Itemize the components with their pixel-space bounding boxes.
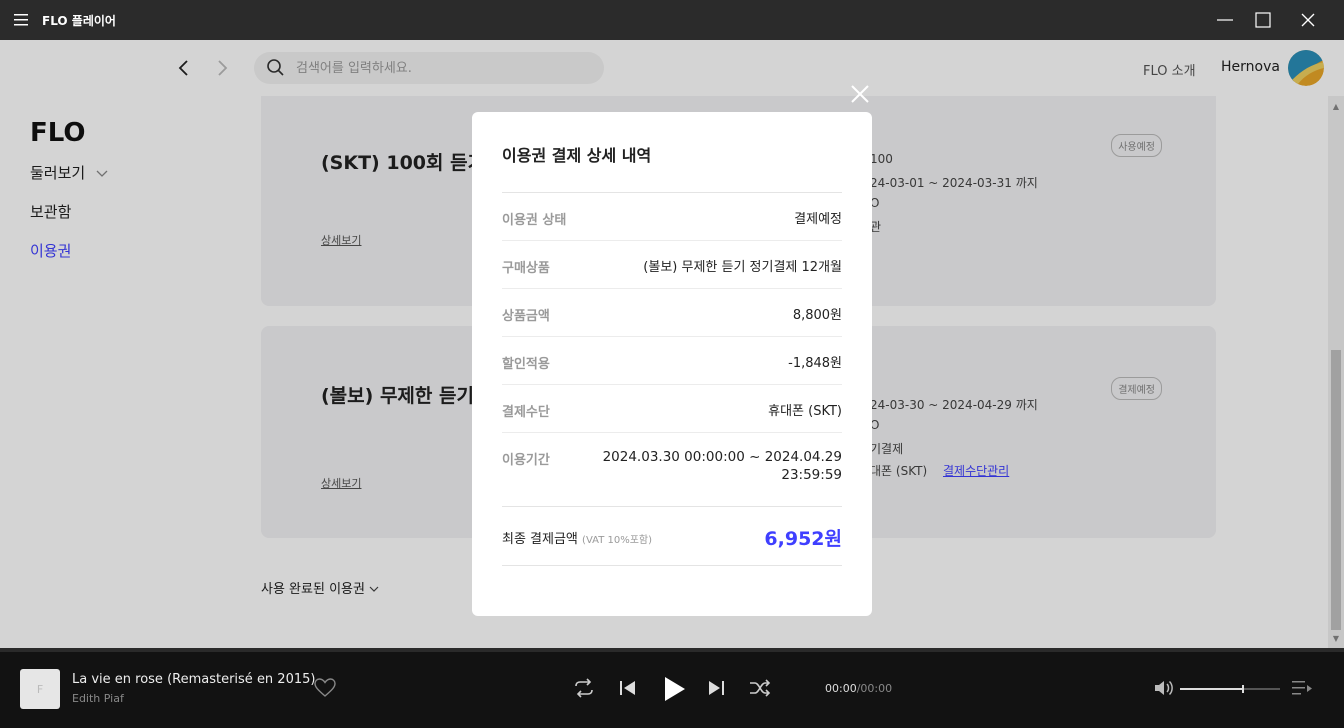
modal-close-icon[interactable] xyxy=(848,82,872,106)
detail-value: 2024.03.30 00:00:00 ~ 2024.04.29 23:59:5… xyxy=(602,449,842,483)
payment-detail-list: 이용권 상태 결제예정 구매상품 (볼보) 무제한 듣기 정기결제 12개월 상… xyxy=(502,192,842,523)
detail-label: 할인적용 xyxy=(502,357,550,372)
detail-label: 구매상품 xyxy=(502,261,550,276)
app-title: FLO 플레이어 xyxy=(42,13,116,28)
song-title[interactable]: La vie en rose (Remasterisé en 2015) xyxy=(72,672,315,687)
modal-title: 이용권 결제 상세 내역 xyxy=(502,146,652,165)
detail-value: 결제예정 xyxy=(794,212,842,227)
detail-label: 상품금액 xyxy=(502,309,550,324)
playlist-icon[interactable] xyxy=(1291,679,1313,697)
detail-label: 이용권 상태 xyxy=(502,213,567,228)
detail-row-status: 이용권 상태 결제예정 xyxy=(502,193,842,241)
minimize-icon[interactable] xyxy=(1202,0,1247,40)
payment-detail-modal: 이용권 결제 상세 내역 이용권 상태 결제예정 구매상품 (볼보) 무제한 듣… xyxy=(472,112,872,616)
next-track-icon[interactable] xyxy=(707,678,725,698)
volume-icon[interactable] xyxy=(1153,678,1175,698)
play-icon[interactable] xyxy=(661,675,687,703)
detail-value: (볼보) 무제한 듣기 정기결제 12개월 xyxy=(643,260,842,275)
hamburger-menu-icon[interactable] xyxy=(0,0,42,40)
volume-slider[interactable] xyxy=(1180,685,1280,693)
playback-progress[interactable] xyxy=(0,648,1344,652)
previous-track-icon[interactable] xyxy=(619,678,637,698)
album-cover[interactable]: F xyxy=(20,669,60,709)
detail-label: 이용기간 xyxy=(502,453,550,468)
detail-label: 결제수단 xyxy=(502,405,550,420)
repeat-icon[interactable] xyxy=(572,678,596,698)
final-payment-label-text: 최종 결제금액 xyxy=(502,532,578,547)
maximize-icon[interactable] xyxy=(1247,0,1278,40)
detail-value: 8,800원 xyxy=(792,308,842,323)
volume-slider-fill xyxy=(1180,688,1242,690)
detail-value: -1,848원 xyxy=(788,356,842,371)
duration-time: /00:00 xyxy=(856,682,893,695)
shuffle-icon[interactable] xyxy=(748,678,772,698)
elapsed-time: 00:00 xyxy=(825,682,857,695)
artist-name[interactable]: Edith Piaf xyxy=(72,692,124,705)
vat-note: (VAT 10%포함) xyxy=(582,535,653,546)
playback-time: 00:00/00:00 xyxy=(825,682,892,695)
detail-value: 휴대폰 (SKT) xyxy=(768,404,842,419)
title-bar: FLO 플레이어 xyxy=(0,0,1344,40)
final-payment-label: 최종 결제금액 (VAT 10%포함) xyxy=(502,528,652,547)
detail-row-discount: 할인적용 -1,848원 xyxy=(502,337,842,385)
player-bar: F La vie en rose (Remasterisé en 2015) E… xyxy=(0,648,1344,728)
detail-row-product: 구매상품 (볼보) 무제한 듣기 정기결제 12개월 xyxy=(502,241,842,289)
volume-slider-handle[interactable] xyxy=(1242,685,1244,693)
final-payment-amount: 6,952원 xyxy=(764,528,842,550)
final-payment-row: 최종 결제금액 (VAT 10%포함) 6,952원 xyxy=(502,506,842,566)
detail-row-price: 상품금액 8,800원 xyxy=(502,289,842,337)
detail-row-payment-method: 결제수단 휴대폰 (SKT) xyxy=(502,385,842,433)
heart-icon[interactable] xyxy=(314,678,336,698)
close-window-icon[interactable] xyxy=(1278,0,1338,40)
